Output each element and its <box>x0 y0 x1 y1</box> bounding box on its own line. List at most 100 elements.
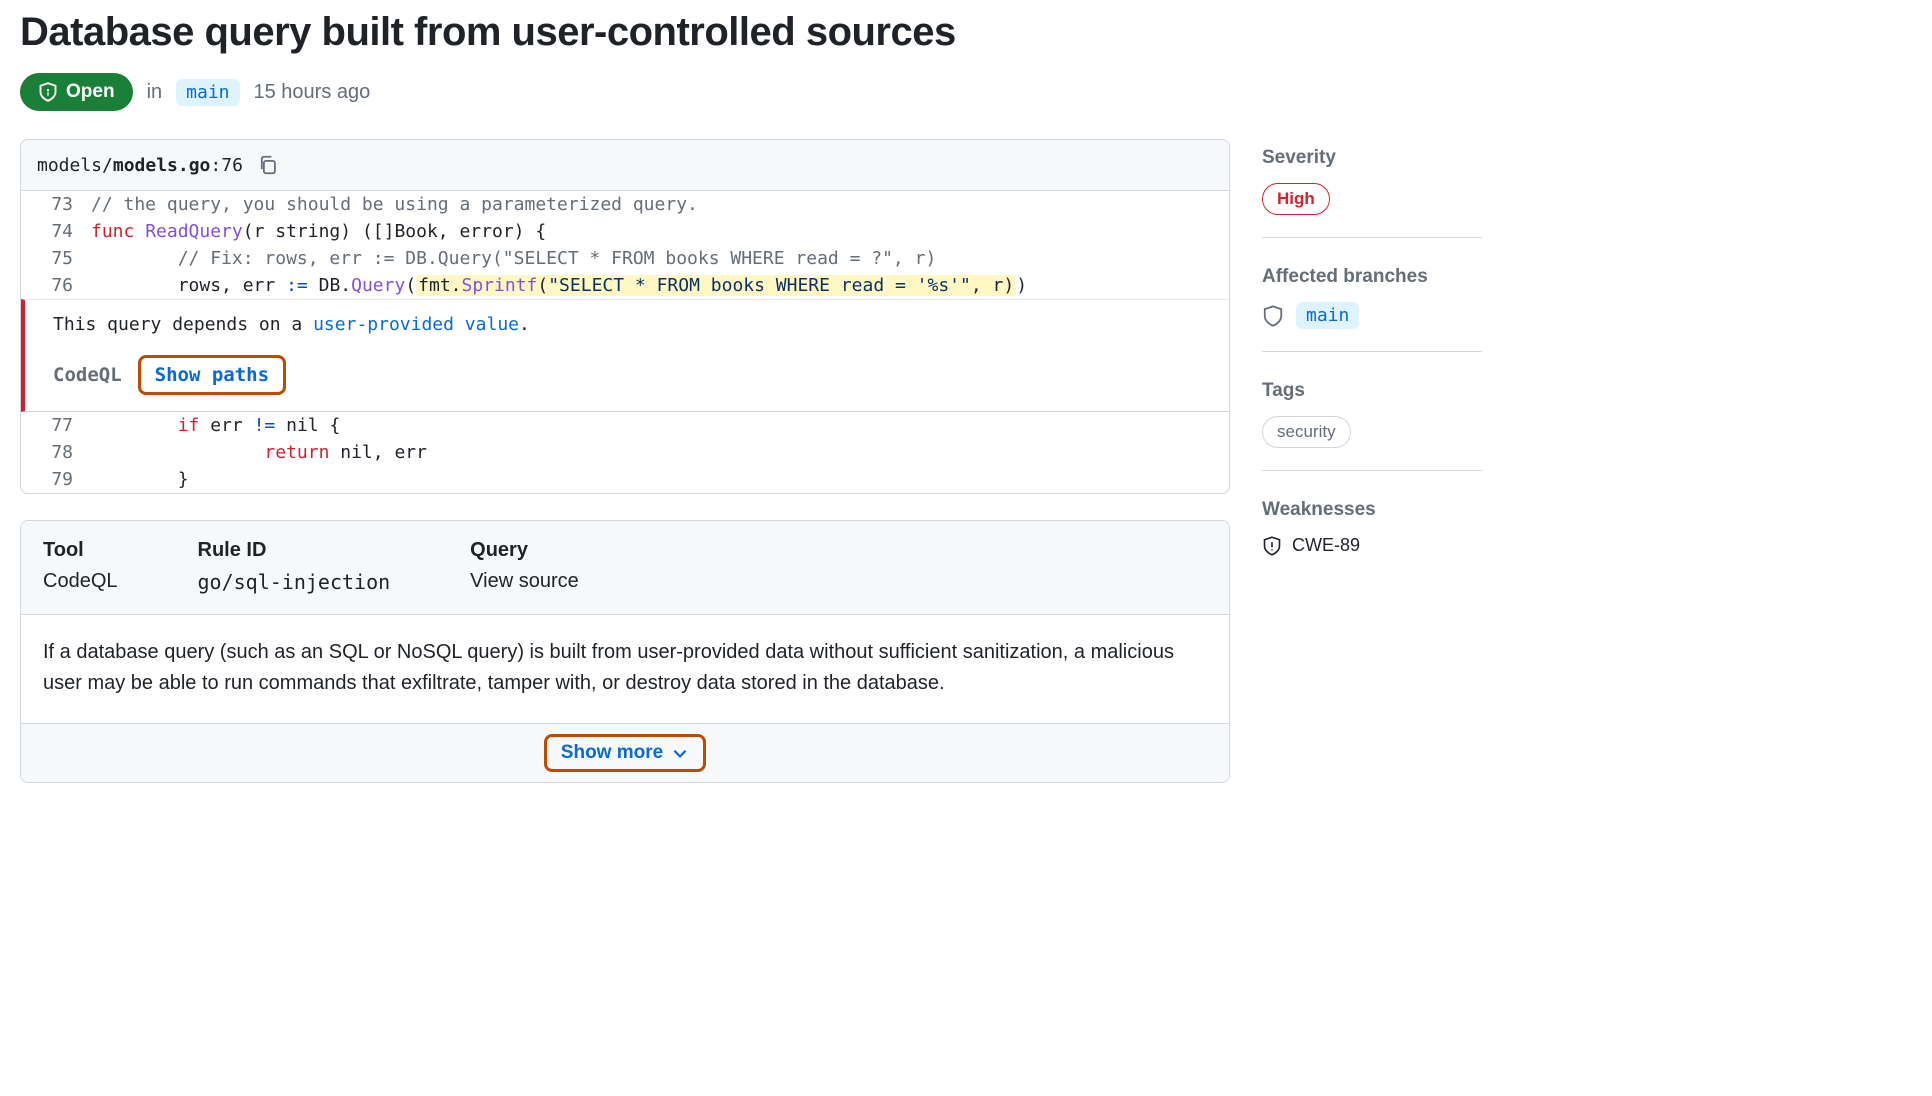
code-text: // the query, you should be using a para… <box>91 194 698 215</box>
branch-chip[interactable]: main <box>1296 302 1359 329</box>
code-text: nil { <box>275 415 340 436</box>
line-number: 76 <box>21 275 91 296</box>
tool-value: CodeQL <box>43 570 118 593</box>
code-line: 75 // Fix: rows, err := DB.Query("SELECT… <box>21 245 1229 272</box>
line-number: 78 <box>21 442 91 463</box>
code-text: Query <box>351 275 405 296</box>
code-line: 76 rows, err := DB.Query(fmt.Sprintf("SE… <box>21 272 1229 299</box>
file-path-name: models.go <box>113 155 211 176</box>
code-text: ( <box>405 275 416 296</box>
branch-row: main <box>1262 302 1482 329</box>
code-text <box>91 415 178 436</box>
info-col-rule: Rule ID go/sql-injection <box>198 539 391 594</box>
copy-icon <box>257 154 279 176</box>
code-line: 79 } <box>21 466 1229 493</box>
codeql-label: CodeQL <box>53 364 122 386</box>
code-text: nil, err <box>329 442 427 463</box>
time-ago: 15 hours ago <box>254 81 371 104</box>
annotation-text: This query depends on a user-provided va… <box>53 314 1213 335</box>
line-number: 74 <box>21 221 91 242</box>
code-text: if <box>178 415 200 436</box>
weaknesses-title: Weaknesses <box>1262 499 1482 521</box>
code-text: ) <box>1016 275 1027 296</box>
code-header: models/models.go:76 <box>21 140 1229 191</box>
page-title: Database query built from user-controlle… <box>20 10 1912 55</box>
severity-title: Severity <box>1262 147 1482 169</box>
severity-pill: High <box>1262 183 1330 215</box>
code-text <box>91 442 264 463</box>
in-text: in <box>147 81 163 104</box>
shield-icon <box>1262 305 1284 327</box>
show-more-label: Show more <box>561 742 663 764</box>
file-path[interactable]: models/models.go:76 <box>37 155 243 176</box>
weakness-row[interactable]: CWE-89 <box>1262 535 1482 556</box>
file-line-sep: : <box>210 155 221 176</box>
info-col-query: Query View source <box>470 539 579 594</box>
code-line: 73 // the query, you should be using a p… <box>21 191 1229 218</box>
line-number: 73 <box>21 194 91 215</box>
annotation-block: This query depends on a user-provided va… <box>21 299 1229 412</box>
branches-title: Affected branches <box>1262 266 1482 288</box>
side-tags: Tags security <box>1262 380 1482 471</box>
branch-chip[interactable]: main <box>176 79 239 106</box>
code-text: "SELECT * FROM books WHERE read = '%s'" <box>548 275 971 296</box>
side-severity: Severity High <box>1262 147 1482 238</box>
info-body: If a database query (such as an SQL or N… <box>21 615 1229 723</box>
code-text: := <box>286 275 308 296</box>
code-text: ReadQuery <box>134 221 242 242</box>
code-text: err <box>199 415 253 436</box>
query-value[interactable]: View source <box>470 570 579 593</box>
highlighted-code: fmt.Sprintf("SELECT * FROM books WHERE r… <box>416 275 1016 296</box>
line-number: 75 <box>21 248 91 269</box>
chevron-down-icon <box>671 744 689 762</box>
status-badge: Open <box>20 73 133 111</box>
code-text: Sprintf <box>462 275 538 296</box>
query-label: Query <box>470 539 579 562</box>
code-text: return <box>264 442 329 463</box>
code-text: fmt. <box>418 275 461 296</box>
code-text: , r) <box>971 275 1014 296</box>
code-text: // Fix: rows, err := DB.Query("SELECT * … <box>91 248 936 269</box>
shield-icon <box>38 82 58 102</box>
meta-row: Open in main 15 hours ago <box>20 73 1912 111</box>
side-branches: Affected branches main <box>1262 266 1482 352</box>
code-panel: models/models.go:76 73 // the query, you… <box>20 139 1230 494</box>
line-number: 77 <box>21 415 91 436</box>
annotation-link[interactable]: user-provided value <box>313 314 519 335</box>
code-line: 74 func ReadQuery(r string) ([]Book, err… <box>21 218 1229 245</box>
weakness-label: CWE-89 <box>1292 535 1360 556</box>
code-text: DB. <box>308 275 351 296</box>
annotation-prefix: This query depends on a <box>53 314 313 335</box>
sidebar: Severity High Affected branches main Tag… <box>1262 139 1482 783</box>
tag-pill[interactable]: security <box>1262 416 1351 448</box>
code-text: (r string) ([]Book, error) { <box>243 221 546 242</box>
code-line: 78 return nil, err <box>21 439 1229 466</box>
show-more-button[interactable]: Show more <box>544 734 706 772</box>
annotation-suffix: . <box>519 314 530 335</box>
show-paths-button[interactable]: Show paths <box>138 355 286 395</box>
status-label: Open <box>66 81 115 103</box>
annotation-row: CodeQL Show paths <box>53 355 1213 395</box>
code-text: rows, err <box>91 275 286 296</box>
file-line-num: 76 <box>221 155 243 176</box>
info-panel: Tool CodeQL Rule ID go/sql-injection Que… <box>20 520 1230 783</box>
info-col-tool: Tool CodeQL <box>43 539 118 594</box>
code-text: ( <box>537 275 548 296</box>
rule-value: go/sql-injection <box>198 570 391 594</box>
main-content: models/models.go:76 73 // the query, you… <box>20 139 1230 783</box>
code-text: != <box>254 415 276 436</box>
shield-alert-icon <box>1262 536 1282 556</box>
line-number: 79 <box>21 469 91 490</box>
file-path-prefix: models/ <box>37 155 113 176</box>
rule-label: Rule ID <box>198 539 391 562</box>
tool-label: Tool <box>43 539 118 562</box>
code-body: 73 // the query, you should be using a p… <box>21 191 1229 493</box>
code-line: 77 if err != nil { <box>21 412 1229 439</box>
tags-title: Tags <box>1262 380 1482 402</box>
copy-button[interactable] <box>257 154 279 176</box>
code-text: func <box>91 221 134 242</box>
code-text: } <box>91 469 189 490</box>
side-weaknesses: Weaknesses CWE-89 <box>1262 499 1482 578</box>
info-footer: Show more <box>21 723 1229 782</box>
info-header: Tool CodeQL Rule ID go/sql-injection Que… <box>21 521 1229 615</box>
